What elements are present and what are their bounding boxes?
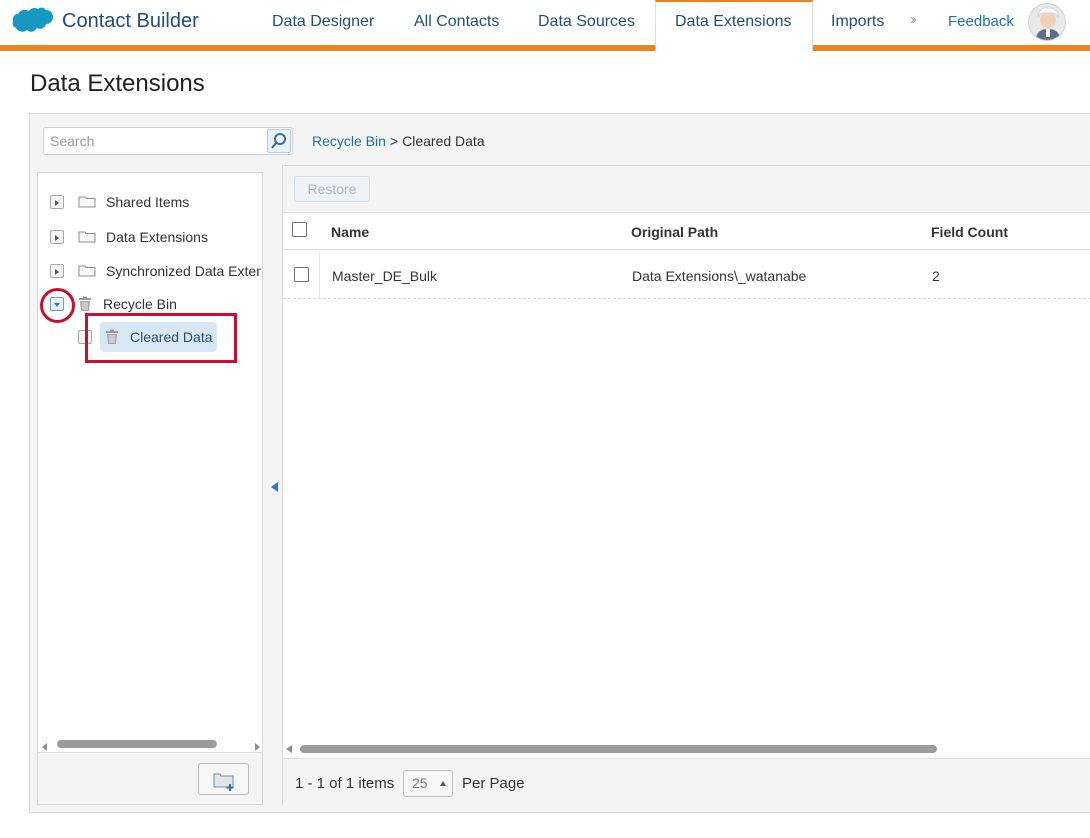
column-header-original-path[interactable]: Original Path xyxy=(631,224,718,240)
pagination-summary: 1 - 1 of 1 items xyxy=(295,775,395,792)
expand-shared-items-toggle[interactable] xyxy=(50,195,64,209)
search-button[interactable] xyxy=(267,129,291,153)
search-icon xyxy=(271,133,286,149)
annotation-rectangle xyxy=(85,313,237,363)
page-title: Data Extensions xyxy=(30,70,205,97)
nav-data-extensions[interactable]: Data Extensions xyxy=(655,0,813,51)
new-folder-icon xyxy=(213,773,234,791)
restore-button[interactable]: Restore xyxy=(294,176,370,202)
chevron-right-icon xyxy=(55,235,59,241)
breadcrumb-current: Cleared Data xyxy=(402,133,485,149)
caret-up-icon xyxy=(440,781,446,786)
tree-scrollbar-thumb[interactable] xyxy=(57,740,217,748)
double-chevron-right-icon[interactable]: ›› xyxy=(910,11,917,28)
chevron-right-icon xyxy=(55,200,59,206)
folder-icon xyxy=(78,231,96,243)
nav-data-designer[interactable]: Data Designer xyxy=(272,13,374,31)
user-avatar[interactable] xyxy=(1028,3,1066,41)
folder-icon xyxy=(78,265,96,277)
top-navigation-bar: Contact Builder Data Designer All Contac… xyxy=(0,0,1090,46)
select-all-checkbox[interactable] xyxy=(292,222,307,237)
per-page-value: 25 xyxy=(412,775,428,791)
new-folder-button[interactable] xyxy=(198,763,249,795)
tree-item-shared-items[interactable]: Shared Items xyxy=(106,194,261,216)
search-placeholder: Search xyxy=(50,133,95,149)
user-avatar-icon xyxy=(1035,7,1061,40)
folder-icon xyxy=(78,196,96,208)
row-divider xyxy=(319,252,320,299)
feedback-link[interactable]: Feedback xyxy=(948,13,1014,30)
column-header-field-count[interactable]: Field Count xyxy=(931,224,1008,240)
nav-data-sources[interactable]: Data Sources xyxy=(538,13,635,31)
search-input[interactable]: Search xyxy=(43,127,293,155)
row-checkbox[interactable] xyxy=(294,267,309,282)
tree-item-synchronized-data-extensions[interactable]: Synchronized Data Extensions xyxy=(106,263,261,285)
per-page-select[interactable]: 25 xyxy=(403,770,453,797)
collapse-pane-arrow-icon[interactable] xyxy=(271,482,278,492)
breadcrumb: Recycle Bin > Cleared Data xyxy=(312,133,485,149)
content-toolbar xyxy=(283,166,1090,213)
app-title[interactable]: Contact Builder xyxy=(62,10,199,33)
nav-imports[interactable]: Imports xyxy=(831,13,884,31)
tree-item-data-extensions[interactable]: Data Extensions xyxy=(106,229,261,251)
brand-accent-bar xyxy=(0,45,1090,51)
expand-synchronized-toggle[interactable] xyxy=(50,264,64,278)
column-header-name[interactable]: Name xyxy=(331,224,369,240)
salesforce-cloud-logo[interactable] xyxy=(12,6,54,36)
scroll-left-arrow-icon[interactable] xyxy=(286,745,292,753)
cell-name: Master_DE_Bulk xyxy=(332,268,438,284)
nav-data-extensions-label: Data Extensions xyxy=(675,13,792,30)
nav-all-contacts[interactable]: All Contacts xyxy=(414,13,499,31)
trash-icon xyxy=(79,296,91,311)
chevron-right-icon xyxy=(55,269,59,275)
annotation-circle xyxy=(40,288,75,323)
content-scrollbar-thumb[interactable] xyxy=(300,745,937,753)
breadcrumb-separator: > xyxy=(389,133,399,149)
per-page-label: Per Page xyxy=(462,775,525,792)
cell-field-count: 2 xyxy=(932,268,940,284)
breadcrumb-recycle-bin[interactable]: Recycle Bin xyxy=(312,133,386,149)
expand-data-extensions-toggle[interactable] xyxy=(50,230,64,244)
cell-original-path: Data Extensions\_watanabe xyxy=(632,268,807,284)
